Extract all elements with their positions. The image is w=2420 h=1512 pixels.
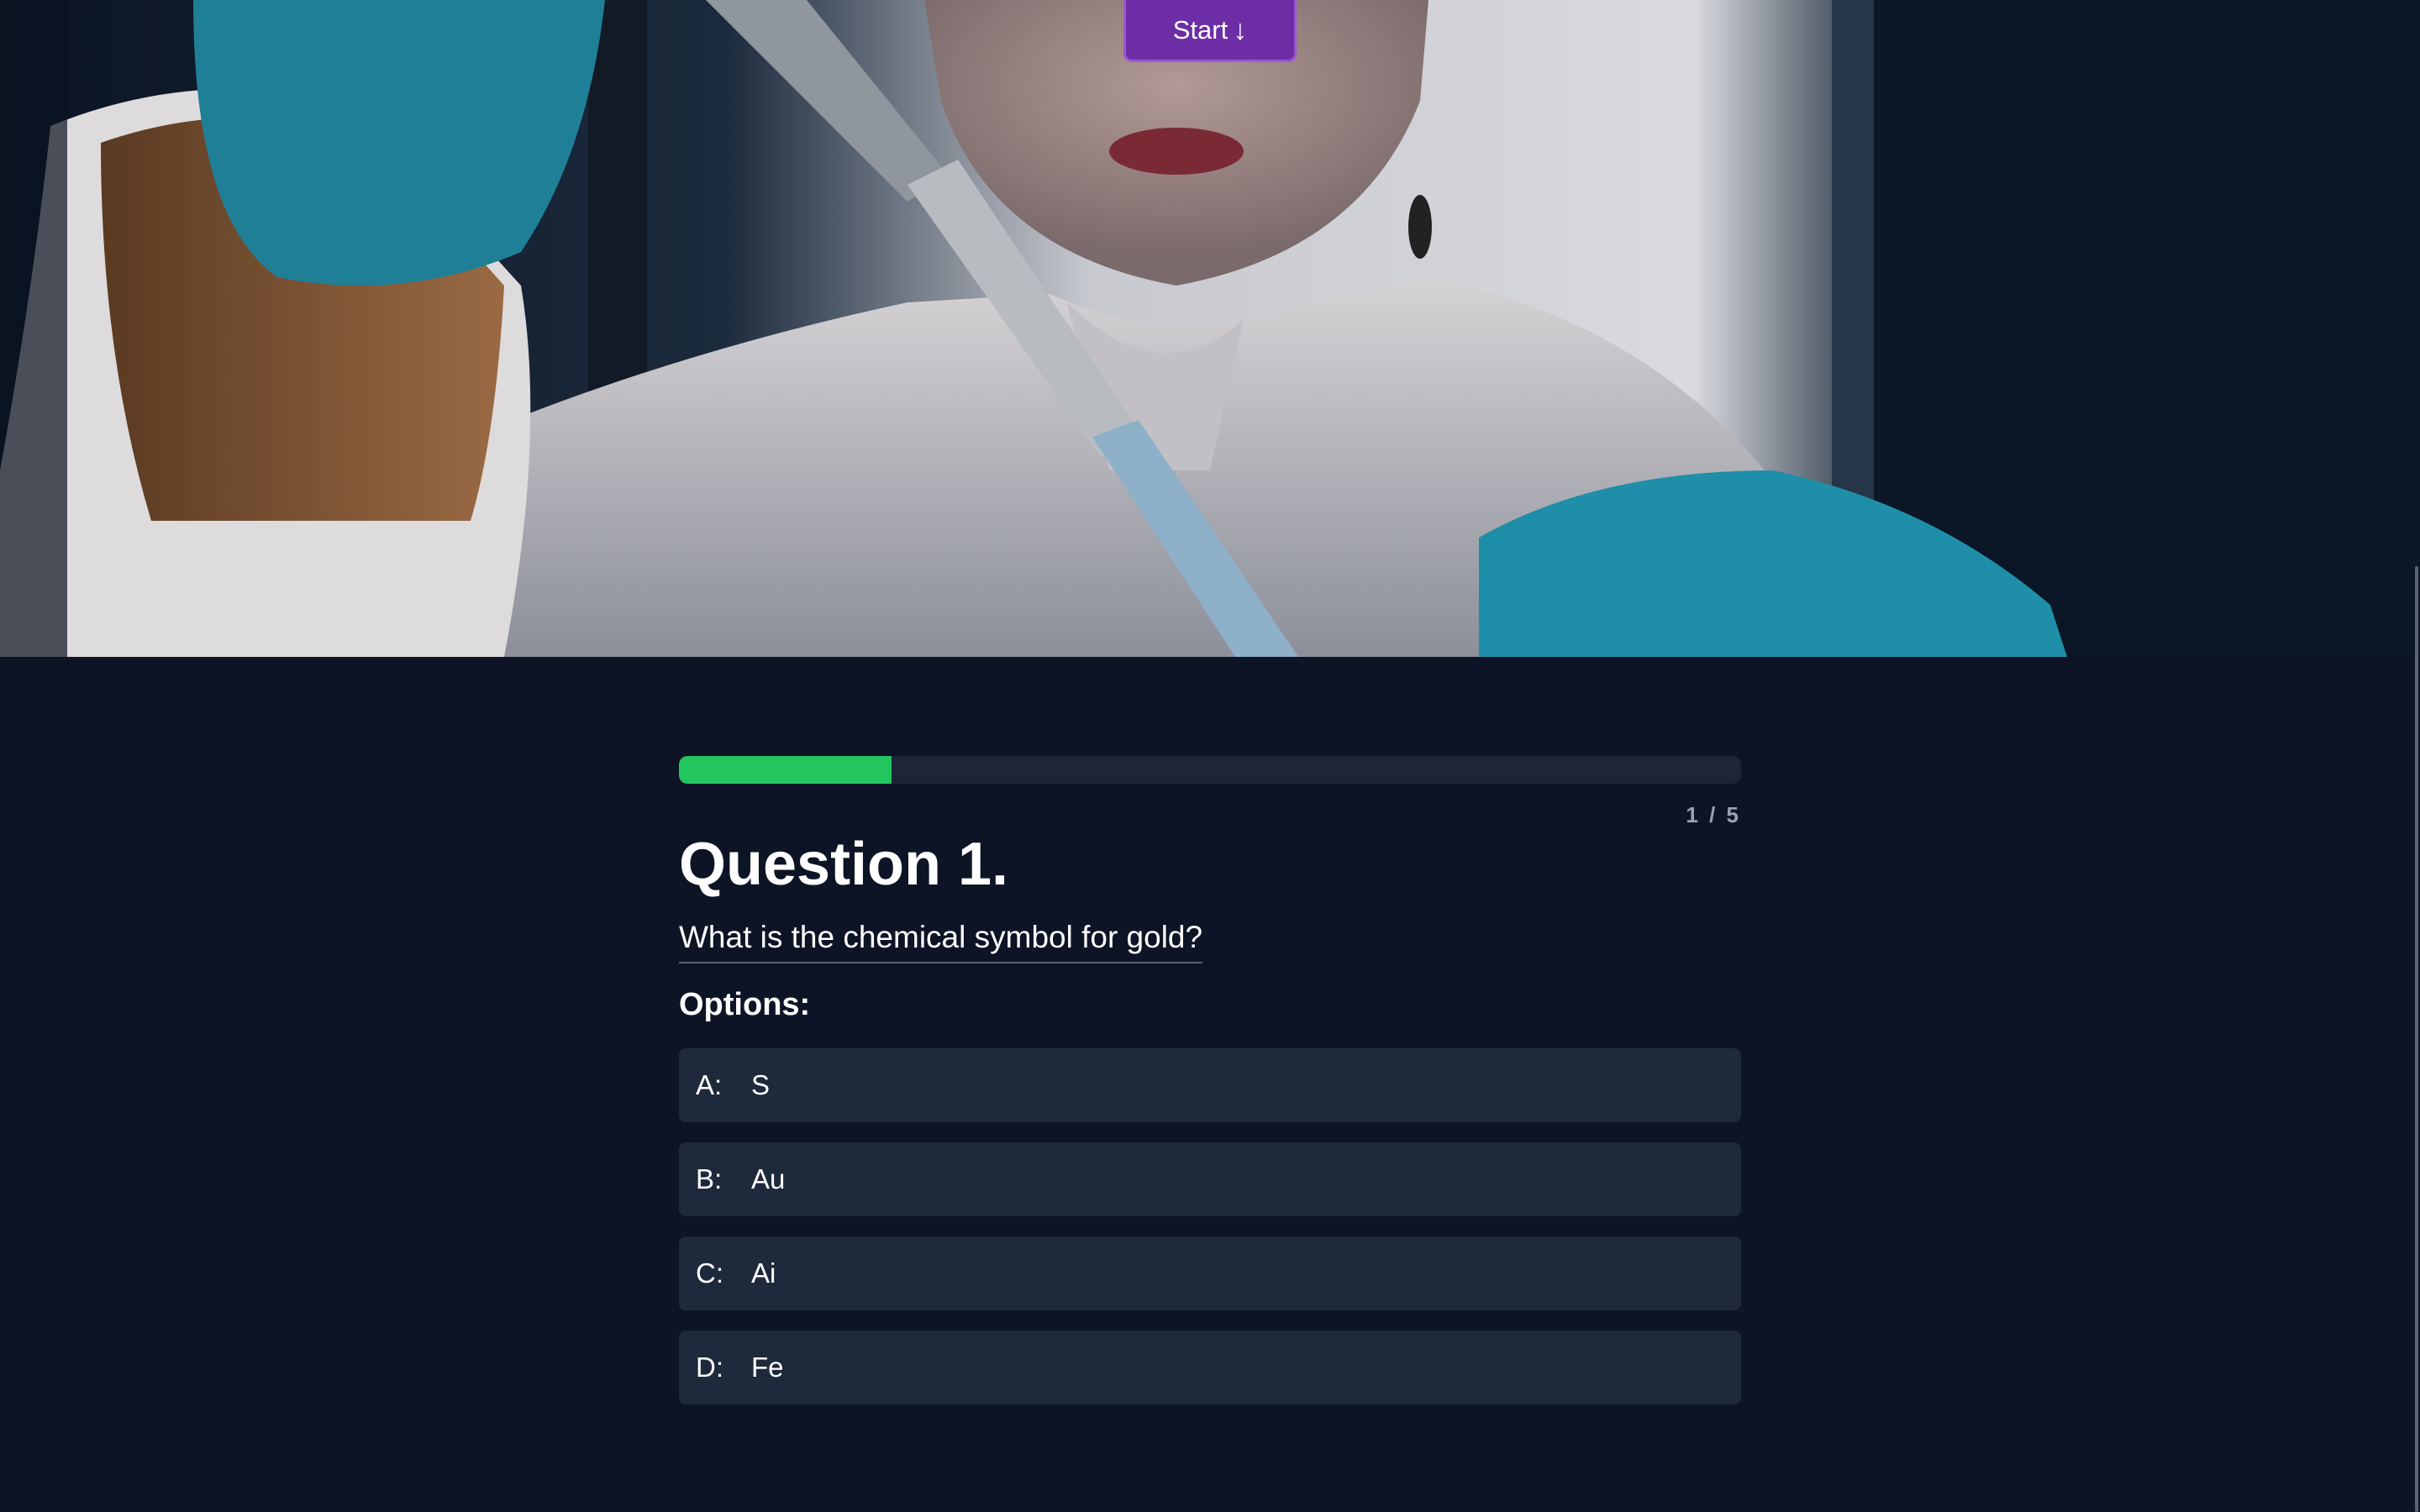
hero-banner: Start ↓ (0, 0, 2420, 657)
start-button[interactable]: Start ↓ (1123, 0, 1297, 62)
option-text: S (751, 1069, 771, 1101)
quiz-panel: 1 / 5 Question 1. What is the chemical s… (679, 756, 1741, 1425)
option-text: Fe (751, 1352, 784, 1383)
option-letter: B: (696, 1163, 723, 1195)
option-text: Au (751, 1163, 786, 1195)
options-list: A: S B: Au C: Ai D: Fe (679, 1048, 1741, 1405)
option-b[interactable]: B: Au (679, 1142, 1741, 1217)
arrow-down-icon: ↓ (1233, 13, 1248, 46)
start-label: Start (1172, 14, 1228, 45)
options-heading: Options: (679, 987, 811, 1023)
option-c[interactable]: C: Ai (679, 1236, 1741, 1311)
progress-bar (679, 756, 1741, 784)
option-letter: D: (696, 1352, 723, 1383)
option-letter: C: (696, 1257, 723, 1289)
scrollbar[interactable] (2412, 0, 2420, 1512)
question-title: Question 1. (679, 831, 1009, 898)
progress-fill (679, 756, 892, 784)
question-text: What is the chemical symbol for gold? (679, 920, 1203, 964)
option-d[interactable]: D: Fe (679, 1331, 1741, 1405)
option-letter: A: (696, 1069, 723, 1101)
option-text: Ai (751, 1257, 776, 1289)
scrollbar-thumb[interactable] (2415, 566, 2418, 1512)
question-counter: 1 / 5 (1686, 802, 1741, 827)
option-a[interactable]: A: S (679, 1048, 1741, 1123)
hero-lab-photo (0, 0, 2420, 657)
